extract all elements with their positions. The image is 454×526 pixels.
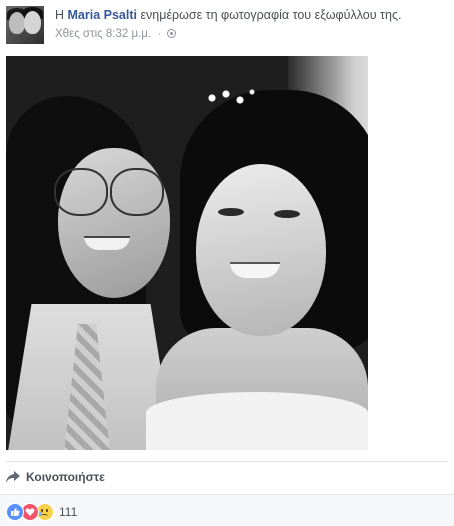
feed-post: Η Maria Psalti ενημέρωσε τη φωτογραφία τ… [0, 0, 454, 526]
reactions-bar: 111 [0, 494, 454, 526]
cover-photo[interactable] [6, 56, 368, 450]
author-avatar[interactable] [6, 6, 44, 44]
post-meta: Χθες στις 8:32 μ.μ. · [55, 28, 177, 40]
like-icon [6, 503, 24, 521]
reaction-count: 111 [59, 505, 78, 519]
meta-separator: · [157, 28, 162, 40]
headline-action-text: ενημέρωσε τη φωτογραφία του εξωφύλλου τη… [140, 8, 402, 22]
globe-icon[interactable] [167, 29, 177, 38]
post-header: Η Maria Psalti ενημέρωσε τη φωτογραφία τ… [0, 0, 454, 52]
reactions-summary[interactable]: 111 [6, 503, 77, 521]
author-name-link[interactable]: Maria Psalti [68, 8, 137, 22]
post-headline: Η Maria Psalti ενημέρωσε τη φωτογραφία τ… [55, 8, 453, 23]
share-button[interactable]: Κοινοποιήστε [6, 467, 105, 487]
headline-prefix: Η [55, 8, 65, 22]
share-label: Κοινοποιήστε [26, 470, 105, 484]
post-timestamp[interactable]: Χθες στις 8:32 μ.μ. [55, 28, 151, 40]
share-arrow-icon [6, 471, 20, 483]
actions-divider [6, 461, 448, 462]
